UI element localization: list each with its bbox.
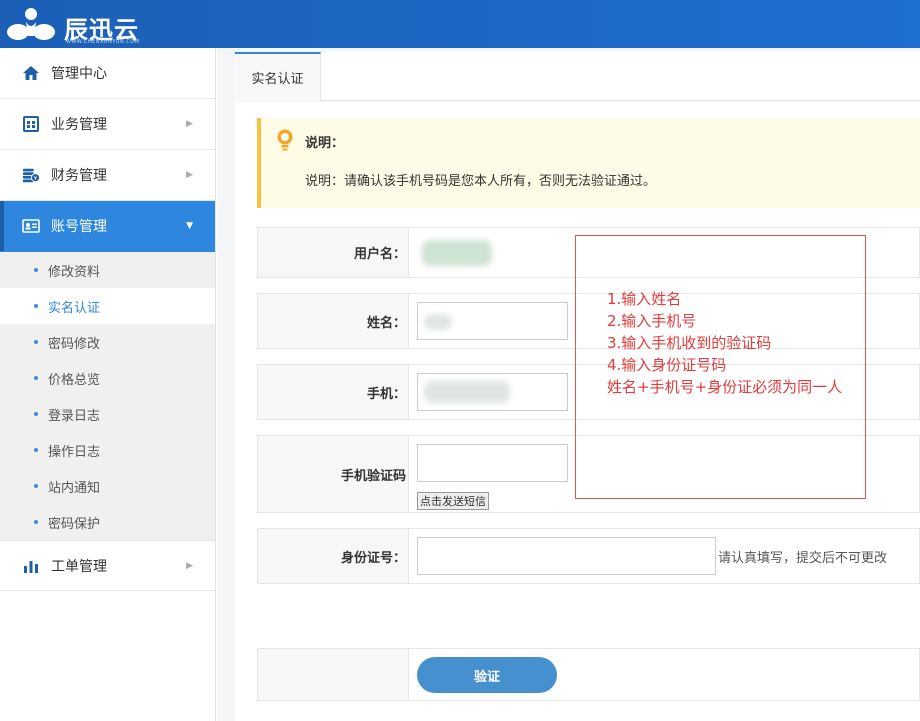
sidebar-item-tickets[interactable]: 工单管理 ▶ — [0, 540, 215, 591]
form-row-submit: 验证 — [257, 648, 920, 701]
submenu-item-label: 登录日志 — [48, 408, 101, 424]
submenu-item-label: 操作日志 — [48, 444, 101, 460]
id-card-icon — [22, 217, 40, 235]
instruction-annotation: 1.输入姓名 2.输入手机号 3.输入手机收到的验证码 4.输入身份证号码 姓名… — [575, 235, 866, 499]
username-label: 用户名： — [258, 228, 409, 277]
chevron-right-icon: ▶ — [186, 560, 193, 571]
submenu-item-real-name-auth[interactable]: 实名认证 — [0, 288, 215, 324]
top-header: 辰迅云 WWW.CHENXUNYUN.COM — [0, 0, 920, 48]
brand-logo[interactable]: 辰迅云 WWW.CHENXUNYUN.COM — [6, 6, 139, 45]
account-submenu: 修改资料 实名认证 密码修改 价格总览 登录日志 操作日志 站内通知 密码保护 — [0, 252, 215, 540]
coins-icon: ¥ — [22, 166, 40, 184]
annotation-line: 4.输入身份证号码 — [607, 356, 727, 374]
bullet-dot — [34, 484, 38, 488]
bar-chart-icon — [22, 557, 40, 575]
annotation-lines: 1.输入姓名 2.输入手机号 3.输入手机收到的验证码 4.输入身份证号码 姓名… — [607, 288, 842, 398]
verify-button[interactable]: 验证 — [417, 657, 557, 693]
phone-label: 手机： — [258, 365, 409, 419]
blurred-name-value — [424, 314, 452, 330]
bullet-dot — [34, 520, 38, 524]
sms-code-input[interactable] — [417, 444, 568, 482]
sidebar-item-account[interactable]: 账号管理 ▼ — [0, 201, 215, 252]
home-icon — [22, 64, 40, 82]
id-number-input[interactable] — [417, 537, 716, 575]
svg-text:¥: ¥ — [34, 176, 38, 182]
bullet-dot — [34, 448, 38, 452]
submit-label-cell — [258, 649, 409, 700]
notice-title: 说明： — [305, 136, 345, 151]
form-row-id-number: 身份证号： 请认真填写，提交后不可更改 — [257, 528, 920, 584]
sidebar-item-management-center[interactable]: 管理中心 — [0, 48, 215, 99]
sidebar-item-label: 账号管理 — [51, 219, 107, 235]
bullet-dot — [34, 340, 38, 344]
submenu-item-label: 价格总览 — [48, 372, 101, 388]
id-number-hint: 请认真填写，提交后不可更改 — [718, 551, 888, 566]
sidebar-item-label: 财务管理 — [51, 168, 107, 184]
submenu-item-change-password[interactable]: 密码修改 — [0, 324, 215, 360]
submenu-item-edit-profile[interactable]: 修改资料 — [0, 252, 215, 288]
sidebar: 管理中心 业务管理 ▶ ¥ 财务管理 ▶ 账号管理 ▼ 修改资料 实名认证 密码… — [0, 48, 216, 721]
sidebar-item-business[interactable]: 业务管理 ▶ — [0, 99, 215, 150]
submenu-item-label: 修改资料 — [48, 264, 101, 280]
sidebar-item-label: 工单管理 — [51, 558, 107, 575]
notice-text: 说明：请确认该手机号码是您本人所有，否则无法验证通过。 — [305, 174, 657, 189]
submenu-item-price-overview[interactable]: 价格总览 — [0, 360, 215, 396]
annotation-line: 2.输入手机号 — [607, 312, 697, 330]
name-label: 姓名： — [258, 294, 409, 348]
blurred-username-value — [422, 240, 492, 266]
send-sms-button[interactable]: 点击发送短信 — [417, 492, 489, 510]
annotation-line: 1.输入姓名 — [607, 290, 682, 308]
annotation-line: 姓名+手机号+身份证必须为同一人 — [607, 378, 843, 396]
tab-real-name-auth[interactable]: 实名认证 — [235, 52, 321, 101]
chevron-right-icon: ▶ — [186, 170, 193, 180]
submenu-item-label: 密码保护 — [48, 516, 101, 532]
brand-subtitle: WWW.CHENXUNYUN.COM — [66, 39, 140, 45]
notice-box: 说明： 说明：请确认该手机号码是您本人所有，否则无法验证通过。 — [257, 118, 920, 208]
bullet-dot — [34, 412, 38, 416]
grid-icon — [22, 115, 40, 133]
submenu-item-label: 站内通知 — [48, 480, 101, 496]
sms-code-label: 手机验证码 — [258, 436, 409, 512]
sidebar-item-label: 业务管理 — [51, 117, 107, 133]
bullet-dot — [34, 376, 38, 380]
blurred-phone-value — [424, 381, 510, 403]
logo-icon — [6, 6, 56, 42]
chevron-right-icon: ▶ — [186, 119, 193, 129]
id-number-label: 身份证号： — [258, 529, 409, 583]
tab-bar: 实名认证 — [235, 52, 920, 101]
submenu-item-label: 密码修改 — [48, 336, 101, 352]
chevron-down-icon: ▼ — [186, 221, 193, 231]
sidebar-item-finance[interactable]: ¥ 财务管理 ▶ — [0, 150, 215, 201]
annotation-line: 3.输入手机收到的验证码 — [607, 334, 772, 352]
submenu-item-operation-log[interactable]: 操作日志 — [0, 432, 215, 468]
bullet-dot — [34, 304, 38, 308]
lightbulb-icon — [275, 128, 295, 152]
submenu-item-label: 实名认证 — [48, 300, 101, 316]
submenu-item-site-notice[interactable]: 站内通知 — [0, 468, 215, 504]
sidebar-item-label: 管理中心 — [51, 66, 107, 82]
submenu-item-login-log[interactable]: 登录日志 — [0, 396, 215, 432]
bullet-dot — [34, 268, 38, 272]
submenu-item-password-protect[interactable]: 密码保护 — [0, 504, 215, 540]
